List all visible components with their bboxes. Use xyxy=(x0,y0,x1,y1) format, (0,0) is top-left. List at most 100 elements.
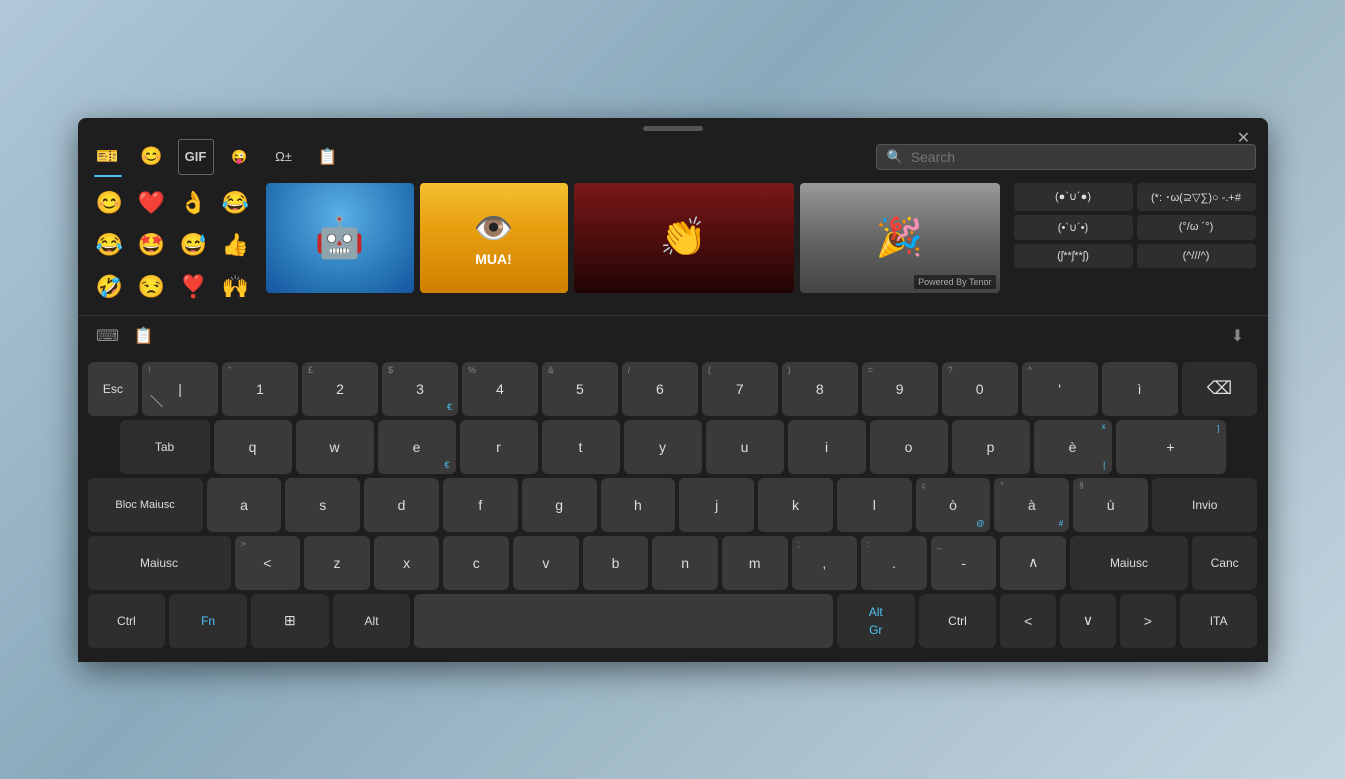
search-box[interactable]: 🔍 xyxy=(876,144,1256,170)
key-tab[interactable]: Tab xyxy=(120,420,210,474)
key-e[interactable]: e € xyxy=(378,420,456,474)
key-y[interactable]: y xyxy=(624,420,702,474)
key-0[interactable]: ? 0 xyxy=(942,362,1018,416)
close-button[interactable]: ✕ xyxy=(1232,126,1256,150)
key-l[interactable]: l xyxy=(837,478,912,532)
key-fn[interactable]: Fn xyxy=(169,594,247,648)
key-space[interactable] xyxy=(414,594,833,648)
key-altgr[interactable]: AltGr xyxy=(837,594,915,648)
kaomoji-btn-3[interactable]: (•`∪´•) xyxy=(1014,215,1133,240)
key-6[interactable]: / 6 xyxy=(622,362,698,416)
emoji-smiley-icon[interactable]: 😊 xyxy=(134,139,170,175)
key-b[interactable]: b xyxy=(583,536,649,590)
key-4[interactable]: % 4 xyxy=(462,362,538,416)
key-enter[interactable]: Invio xyxy=(1152,478,1257,532)
kaomoji-btn-2[interactable]: (*: ･ω(⊇▽∑)○ -.+# xyxy=(1137,183,1256,211)
key-h[interactable]: h xyxy=(601,478,676,532)
kaomoji-icon[interactable]: 😜 xyxy=(222,139,258,175)
key-backspace[interactable]: ⌫ xyxy=(1182,362,1258,416)
key-lessthan[interactable]: > < xyxy=(235,536,301,590)
key-caps-lock[interactable]: Bloc Maiusc xyxy=(88,478,203,532)
emoji-joy2[interactable]: 😂 xyxy=(90,225,130,265)
key-x[interactable]: x xyxy=(374,536,440,590)
key-p[interactable]: p xyxy=(952,420,1030,474)
keyboard-layout-icon[interactable]: ⌨ xyxy=(90,318,126,354)
key-quote[interactable]: ^ ' xyxy=(1022,362,1098,416)
key-egrave[interactable]: x [ è xyxy=(1034,420,1112,474)
key-k[interactable]: k xyxy=(758,478,833,532)
key-z[interactable]: z xyxy=(304,536,370,590)
search-input[interactable] xyxy=(911,149,1245,165)
key-esc[interactable]: Esc xyxy=(88,362,139,416)
emoji-sweat-smile[interactable]: 😅 xyxy=(174,225,214,265)
emoji-red-heart[interactable]: ❤️ xyxy=(132,183,172,223)
key-m[interactable]: m xyxy=(722,536,788,590)
key-period[interactable]: : . xyxy=(861,536,927,590)
key-igrave[interactable]: ì xyxy=(1102,362,1178,416)
gif-item-1[interactable]: 🤖 xyxy=(266,183,414,293)
key-w[interactable]: w xyxy=(296,420,374,474)
key-plus[interactable]: ] + xyxy=(1116,420,1226,474)
key-7[interactable]: ( 7 xyxy=(702,362,778,416)
emoji-gif-icon[interactable]: GIF xyxy=(178,139,214,175)
key-windows[interactable]: ⊞ xyxy=(251,594,329,648)
key-i[interactable]: i xyxy=(788,420,866,474)
key-ctrl-left[interactable]: Ctrl xyxy=(88,594,166,648)
key-backslash[interactable]: ! | ＼ xyxy=(142,362,218,416)
key-1[interactable]: " 1 xyxy=(222,362,298,416)
emoji-unamused[interactable]: 😒 xyxy=(132,267,172,307)
key-d[interactable]: d xyxy=(364,478,439,532)
emoji-raised-hands[interactable]: 🙌 xyxy=(216,267,256,307)
key-shift-right[interactable]: Maiusc xyxy=(1070,536,1188,590)
special-chars-icon[interactable]: Ω± xyxy=(266,139,302,175)
key-arrow-left[interactable]: < xyxy=(1000,594,1056,648)
emoji-joy[interactable]: 😂 xyxy=(216,183,256,223)
key-c[interactable]: c xyxy=(443,536,509,590)
key-n[interactable]: n xyxy=(652,536,718,590)
emoji-star-struck[interactable]: 🤩 xyxy=(132,225,172,265)
key-shift-left[interactable]: Maiusc xyxy=(88,536,231,590)
emoji-recent-icon[interactable]: 🎫 xyxy=(90,139,126,175)
key-language[interactable]: ITA xyxy=(1180,594,1258,648)
key-3[interactable]: $ 3 € xyxy=(382,362,458,416)
key-arrow-down[interactable]: ∨ xyxy=(1060,594,1116,648)
key-s[interactable]: s xyxy=(285,478,360,532)
kaomoji-btn-4[interactable]: (°/ω ´°) xyxy=(1137,215,1256,240)
key-u[interactable]: u xyxy=(706,420,784,474)
active-mode-icon[interactable]: 📋 xyxy=(126,318,162,354)
key-8[interactable]: ) 8 xyxy=(782,362,858,416)
key-agrave[interactable]: ° à # xyxy=(994,478,1069,532)
kaomoji-btn-6[interactable]: (^///^) xyxy=(1137,244,1256,268)
emoji-ok-hand[interactable]: 👌 xyxy=(174,183,214,223)
key-g[interactable]: g xyxy=(522,478,597,532)
key-minus[interactable]: _ - xyxy=(931,536,997,590)
key-f[interactable]: f xyxy=(443,478,518,532)
emoji-thumbsup[interactable]: 👍 xyxy=(216,225,256,265)
kaomoji-btn-5[interactable]: (ʃ**ʃ**ʃ) xyxy=(1014,244,1133,268)
key-q[interactable]: q xyxy=(214,420,292,474)
key-j[interactable]: j xyxy=(679,478,754,532)
download-icon[interactable]: ⬇ xyxy=(1220,318,1256,354)
key-arrow-right[interactable]: > xyxy=(1120,594,1176,648)
key-a[interactable]: a xyxy=(207,478,282,532)
key-alt-left[interactable]: Alt xyxy=(333,594,411,648)
key-caret[interactable]: ∧ xyxy=(1000,536,1066,590)
key-ograve[interactable]: ç ò @ xyxy=(916,478,991,532)
emoji-rofl[interactable]: 🤣 xyxy=(90,267,130,307)
key-v[interactable]: v xyxy=(513,536,579,590)
key-9[interactable]: = 9 xyxy=(862,362,938,416)
key-o[interactable]: o xyxy=(870,420,948,474)
gif-item-2[interactable]: 👁️ MUA! xyxy=(420,183,568,293)
key-2[interactable]: £ 2 xyxy=(302,362,378,416)
key-comma[interactable]: ; , xyxy=(792,536,858,590)
drag-handle[interactable] xyxy=(78,118,1268,135)
emoji-smiling-face[interactable]: 😊 xyxy=(90,183,130,223)
emoji-heart-exclamation[interactable]: ❣️ xyxy=(174,267,214,307)
gif-item-4[interactable]: 🎉 Powered By Tenor xyxy=(800,183,1000,293)
key-ugrave[interactable]: § ù xyxy=(1073,478,1148,532)
key-t[interactable]: t xyxy=(542,420,620,474)
key-r[interactable]: r xyxy=(460,420,538,474)
key-delete[interactable]: Canc xyxy=(1192,536,1258,590)
kaomoji-btn-1[interactable]: (●`∪´●) xyxy=(1014,183,1133,211)
key-5[interactable]: & 5 xyxy=(542,362,618,416)
